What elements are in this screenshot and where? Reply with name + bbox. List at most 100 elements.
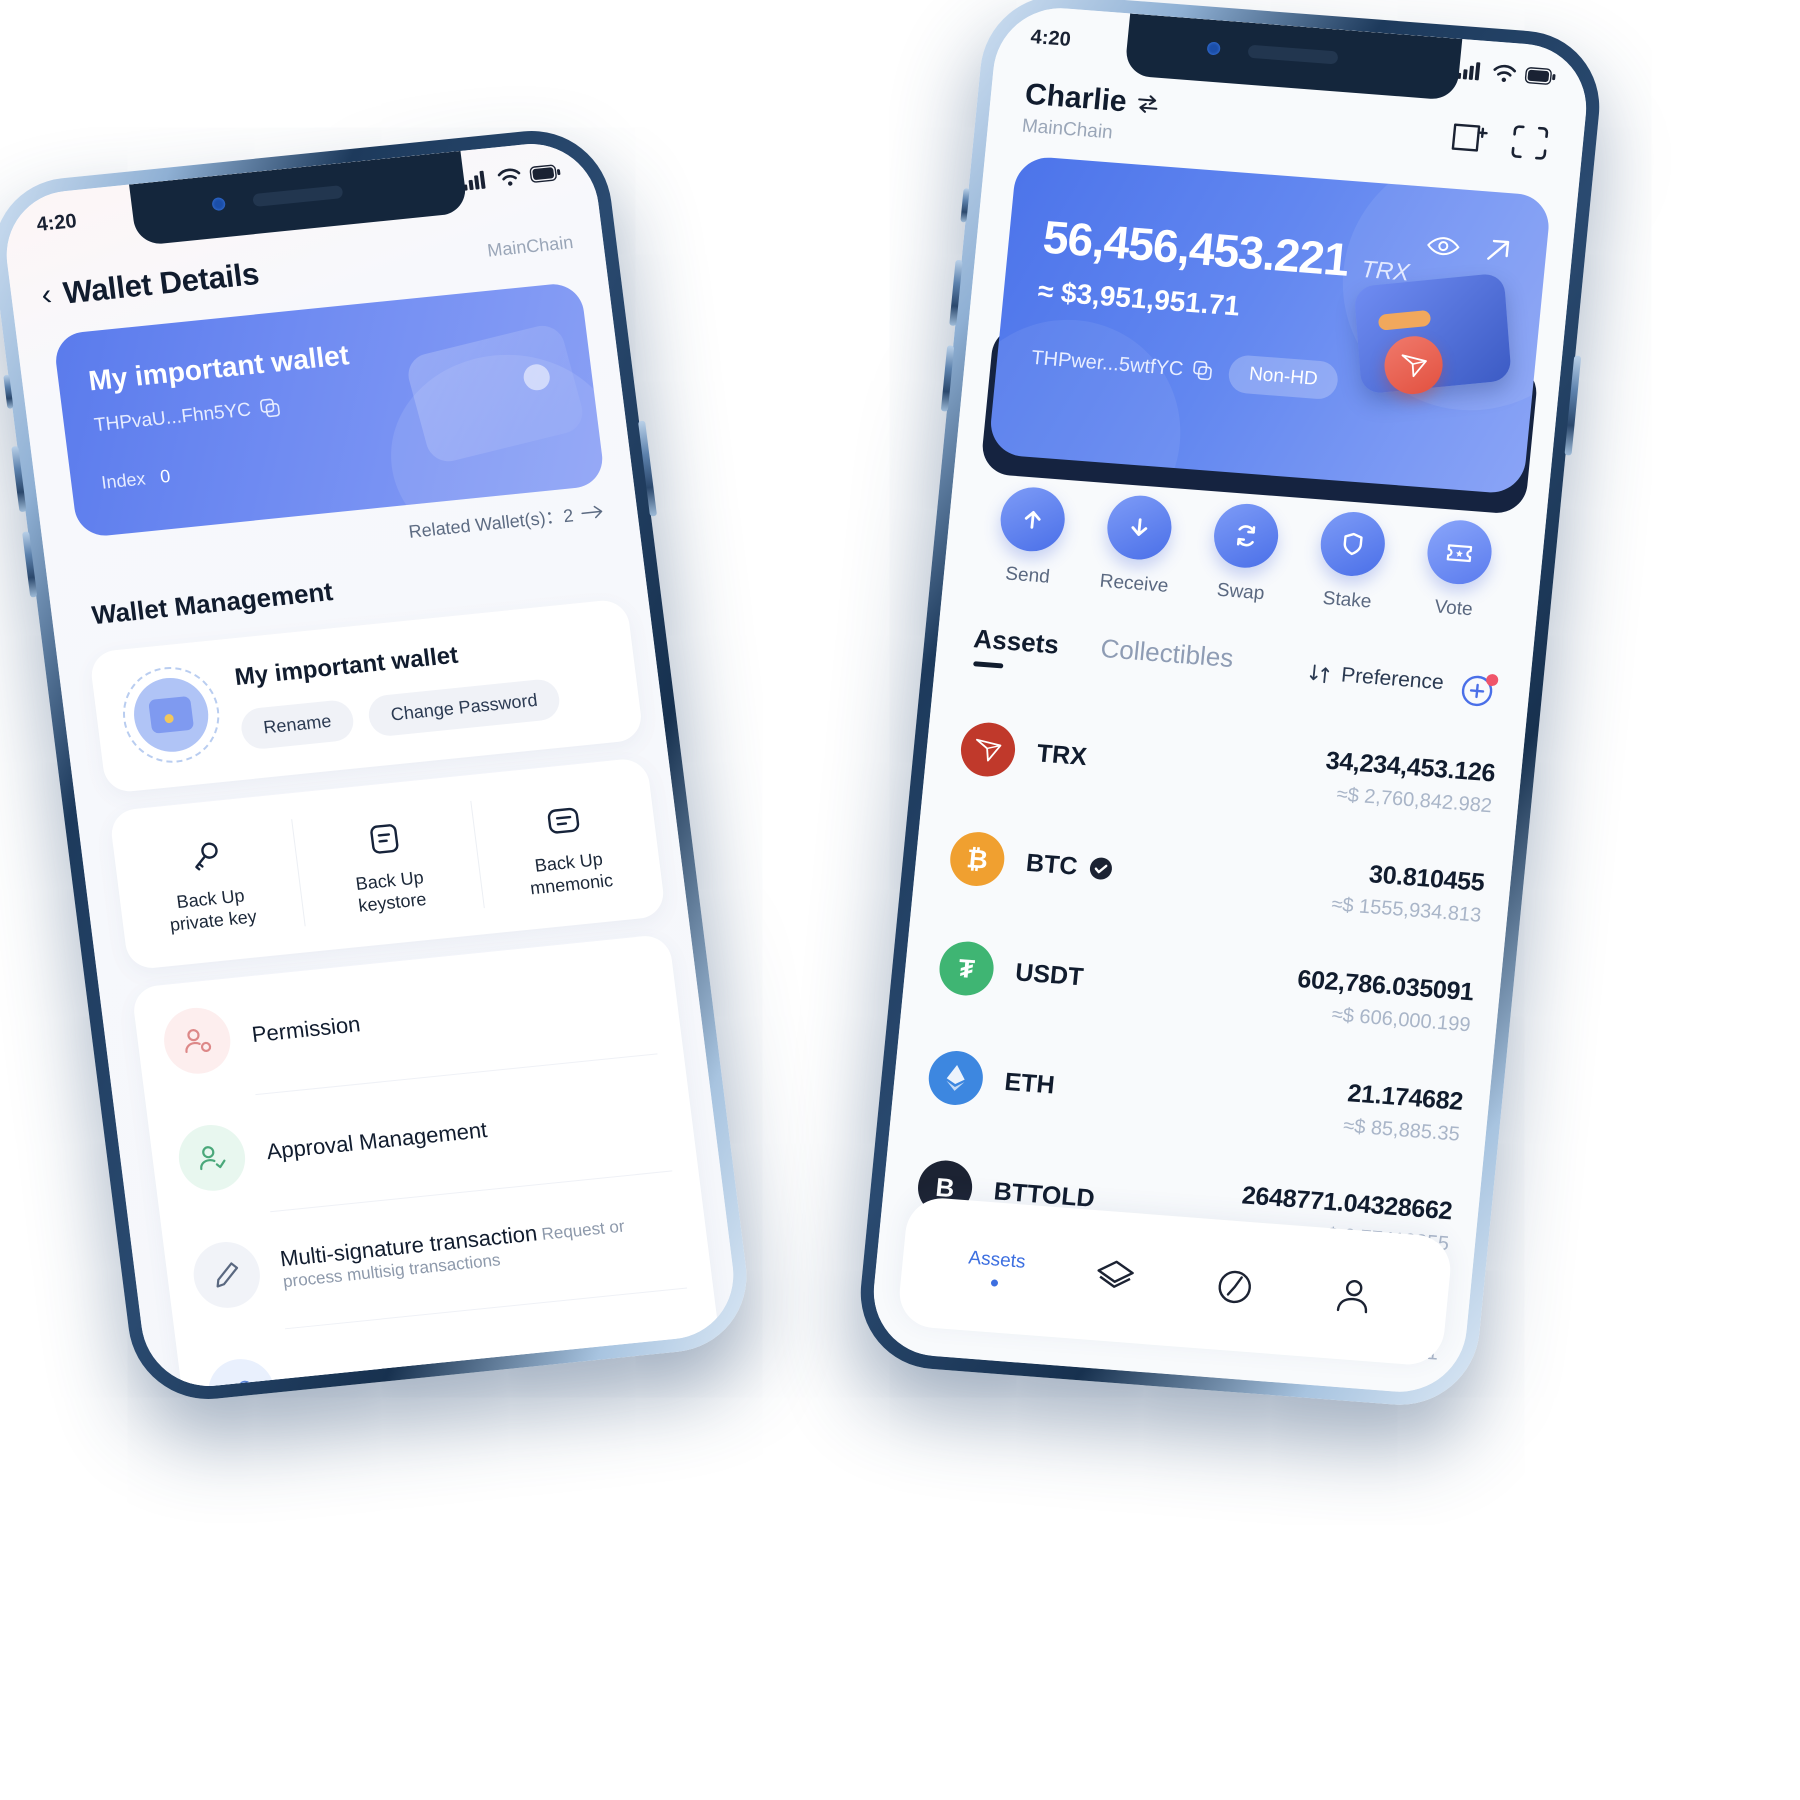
coin-icon-trx xyxy=(958,720,1018,779)
change-password-button[interactable]: Change Password xyxy=(366,677,562,738)
action-swap-label: Swap xyxy=(1215,579,1266,605)
mute-switch-right[interactable] xyxy=(960,188,970,223)
asset-amount: 30.810455 xyxy=(1367,859,1486,897)
action-swap[interactable]: Swap xyxy=(1183,500,1302,638)
pen-icon xyxy=(189,1238,264,1312)
nav-item-layers[interactable] xyxy=(1054,1252,1177,1301)
related-wallets-label: Related Wallet(s)：2 xyxy=(407,505,575,542)
link-icon xyxy=(204,1355,279,1393)
balance-amount: 56,456,453.221 xyxy=(1040,210,1351,286)
managed-wallet-name: My important wallet xyxy=(233,641,460,692)
action-stake-label: Stake xyxy=(1321,587,1373,613)
backup-mnemonic-label: Back Up mnemonic xyxy=(528,848,615,899)
volume-up-button[interactable] xyxy=(11,446,27,513)
explore-icon xyxy=(1218,1270,1251,1304)
add-wallet-icon[interactable] xyxy=(1449,119,1490,158)
scan-icon[interactable] xyxy=(1509,123,1550,162)
action-receive-label: Receive xyxy=(1098,570,1170,597)
front-camera xyxy=(211,197,226,212)
user-check-icon xyxy=(175,1121,249,1194)
wallet-address: THPvaU...Fhn5YC xyxy=(92,399,253,437)
chevron-left-icon[interactable]: ‹ xyxy=(39,278,53,312)
nav-item-profile[interactable] xyxy=(1292,1271,1415,1320)
preference-label: Preference xyxy=(1340,663,1445,695)
right-phone-mockup: 4:20 Charlie MainChain 56,456,453.221 TR… xyxy=(853,0,1607,1411)
nav-active-dot xyxy=(990,1278,999,1287)
asset-symbol: ETH xyxy=(1003,1067,1056,1100)
rename-button[interactable]: Rename xyxy=(239,698,356,751)
copy-icon[interactable] xyxy=(1192,360,1214,381)
wallet-menu-card: Permission Approval Management Multi-sig… xyxy=(131,933,728,1393)
wallet-index-value: 0 xyxy=(159,465,172,487)
document-icon xyxy=(370,823,399,854)
earpiece-speaker-right xyxy=(1247,44,1339,65)
profile-icon xyxy=(1337,1279,1368,1314)
right-phone-screen: 4:20 Charlie MainChain 56,456,453.221 TR… xyxy=(867,3,1593,1397)
asset-symbol: USDT xyxy=(1014,957,1085,991)
power-button-right[interactable] xyxy=(1564,355,1582,456)
key-icon xyxy=(195,841,218,870)
tab-assets[interactable]: Assets xyxy=(971,623,1060,674)
tab-collectibles[interactable]: Collectibles xyxy=(1098,633,1235,688)
wallet-management-card: My important wallet Rename Change Passwo… xyxy=(88,598,644,794)
volume-down-button[interactable] xyxy=(22,531,38,598)
asset-symbol: BTC xyxy=(1024,848,1079,881)
asset-tabs: Assets Collectibles xyxy=(971,623,1235,688)
backup-keystore-button[interactable]: Back Up keystore xyxy=(288,775,487,952)
wallet-summary-card[interactable]: My important wallet THPvaU...Fhn5YC Inde… xyxy=(52,281,606,539)
asset-amount: 602,786.035091 xyxy=(1296,964,1476,1006)
cellular-signal-icon xyxy=(1456,62,1481,81)
action-receive[interactable]: Receive xyxy=(1077,492,1196,630)
arrow-up-right-icon[interactable] xyxy=(1483,235,1514,265)
action-stake[interactable]: Stake xyxy=(1290,508,1409,646)
arrow-right-icon xyxy=(581,505,603,519)
account-name: Charlie xyxy=(1023,77,1129,119)
layers-icon xyxy=(1097,1260,1135,1288)
page-title: Wallet Details xyxy=(61,256,261,311)
backup-mnemonic-button[interactable]: Back Up mnemonic xyxy=(467,757,666,934)
add-token-button[interactable] xyxy=(1457,669,1501,717)
volume-up-button-right[interactable] xyxy=(949,259,963,326)
nav-label-assets: Assets xyxy=(967,1247,1027,1273)
backup-private-key-button[interactable]: Back Up private key xyxy=(109,793,308,970)
battery-icon xyxy=(1524,67,1556,85)
chain-label: MainChain xyxy=(486,231,575,261)
ticket-icon xyxy=(1424,517,1495,587)
section-title: Wallet Management xyxy=(90,576,335,631)
volume-down-button-right[interactable] xyxy=(940,345,955,412)
wifi-icon xyxy=(497,168,521,186)
account-switcher[interactable]: Charlie xyxy=(1023,78,1160,122)
nav-item-explore[interactable] xyxy=(1173,1261,1296,1310)
backup-options-card: Back Up private key Back Up keystore Back … xyxy=(108,757,667,971)
power-button[interactable] xyxy=(638,420,658,517)
mute-switch[interactable] xyxy=(3,374,14,409)
wallet-name: My important wallet xyxy=(86,339,351,397)
add-token-icon xyxy=(1461,674,1499,707)
action-send-label: Send xyxy=(1004,563,1051,588)
copy-icon[interactable] xyxy=(260,397,282,419)
asset-amount: 34,234,453.126 xyxy=(1324,746,1497,787)
account-address-row[interactable]: THPwer...5wtfYC xyxy=(1030,346,1214,383)
wallet-address-row[interactable]: THPvaU...Fhn5YC xyxy=(93,396,282,437)
front-camera-right xyxy=(1206,41,1221,56)
action-vote[interactable]: Vote xyxy=(1396,516,1515,654)
left-phone-mockup: 4:20 ‹ Wallet Details MainChain My impor… xyxy=(0,123,756,1407)
action-send[interactable]: Send xyxy=(970,483,1089,621)
nav-item-assets[interactable]: Assets xyxy=(935,1245,1058,1291)
arrow-up-icon xyxy=(998,485,1069,554)
menu-label-approval-management: Approval Management xyxy=(265,1117,489,1165)
account-address: THPwer...5wtfYC xyxy=(1030,346,1185,380)
status-time-right: 4:20 xyxy=(1029,25,1072,51)
arrow-down-icon xyxy=(1104,493,1175,562)
menu-label-dapp-connection: DApp Connection xyxy=(294,1356,470,1393)
eye-icon[interactable] xyxy=(1425,233,1461,259)
preference-button[interactable]: Preference xyxy=(1308,661,1445,695)
asset-fiat: ≈$ 85,885.35 xyxy=(1342,1114,1461,1146)
swap-icon xyxy=(1211,501,1282,571)
related-wallets-link[interactable]: Related Wallet(s)：2 xyxy=(407,498,605,544)
list-icon xyxy=(547,807,580,834)
asset-fiat: ≈$ 1555,934.813 xyxy=(1330,892,1483,927)
wallet-index-label: Index xyxy=(100,468,147,493)
sort-icon xyxy=(1310,664,1330,684)
balance-card: 56,456,453.221 TRX ≈ $3,951,951.71 THPwe… xyxy=(987,155,1552,495)
